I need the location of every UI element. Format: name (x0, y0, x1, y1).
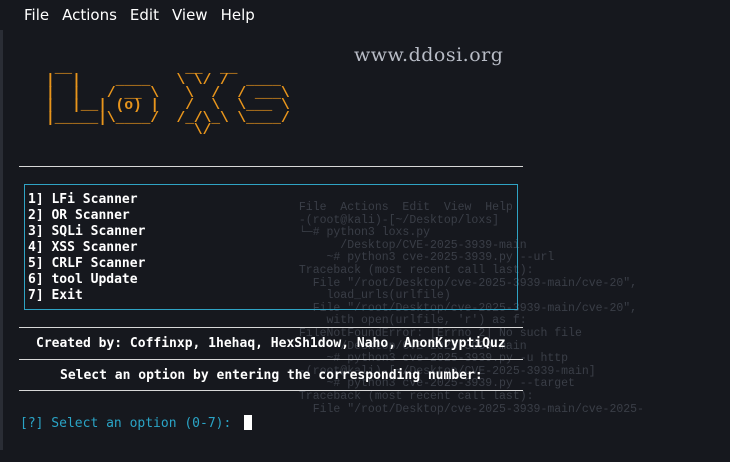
terminal-cursor[interactable] (244, 415, 252, 430)
menu-option-exit: 7] Exit (28, 288, 83, 303)
divider-bottom (19, 390, 523, 391)
terminal-edge (0, 30, 3, 450)
loxs-ascii-logo: __ __ __ | | ____ \ \/ / ____ | | / __ \… (46, 60, 290, 139)
watermark: www.ddosi.org (354, 44, 504, 66)
divider-credits-top (19, 327, 523, 328)
menu-option-or: 2] OR Scanner (28, 208, 130, 223)
menu-option-crlf: 5] CRLF Scanner (28, 256, 146, 271)
menu-actions[interactable]: Actions (62, 6, 117, 24)
menu-bar: File Actions Edit View Help (0, 0, 730, 30)
credits-line: Created by: Coffinxp, 1hehaq, HexSh1dow,… (36, 336, 506, 351)
menu-file[interactable]: File (24, 6, 49, 24)
menu-option-sqli: 3] SQLi Scanner (28, 224, 146, 239)
menu-help[interactable]: Help (221, 6, 255, 24)
menu-edit[interactable]: Edit (130, 6, 159, 24)
menu-option-xss: 4] XSS Scanner (28, 240, 138, 255)
divider-top (19, 166, 523, 167)
instruction-line: Select an option by entering the corresp… (60, 368, 483, 383)
menu-option-lfi: 1] LFi Scanner (28, 192, 138, 207)
divider-credits-bottom (19, 359, 523, 360)
menu-view[interactable]: View (172, 6, 208, 24)
menu-option-update: 6] tool Update (28, 272, 138, 287)
option-prompt: [?] Select an option (0-7): (20, 416, 232, 431)
